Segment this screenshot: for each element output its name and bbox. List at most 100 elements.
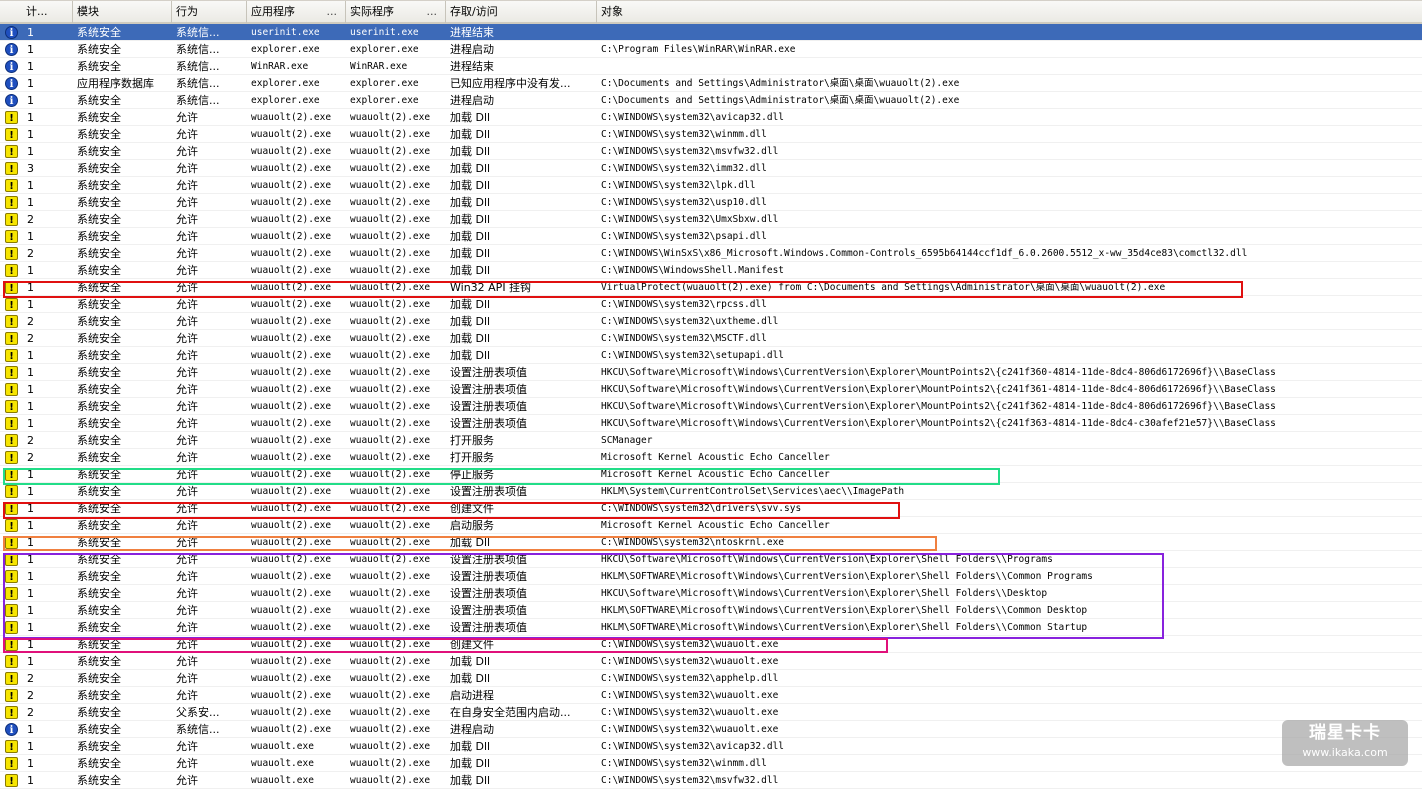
- cell-access: 加载 Dll: [450, 264, 491, 277]
- watermark-logo: 瑞星卡卡 www.ikaka.com: [1282, 720, 1408, 766]
- table-row[interactable]: ! 1 系统安全 允许 wuauolt(2).exe wuauolt(2).exe 加载 D…: [0, 262, 1422, 279]
- table-row[interactable]: ! 2 系统安全 父系安... wuauolt(2).exe wuauolt(2).exe…: [0, 704, 1422, 721]
- cell-object: C:\WINDOWS\system32\drivers\svv.sys: [601, 503, 802, 514]
- table-row[interactable]: ! 2 系统安全 允许 wuauolt(2).exe wuauolt(2).exe 加载 D…: [0, 313, 1422, 330]
- table-row[interactable]: ! 1 系统安全 允许 wuauolt(2).exe wuauolt(2).exe 创建文件…: [0, 636, 1422, 653]
- table-row[interactable]: i 1 系统安全 系统信... wuauolt(2).exe wuauolt(2).exe…: [0, 721, 1422, 738]
- table-row[interactable]: ! 1 系统安全 允许 wuauolt(2).exe wuauolt(2).exe 创建文件…: [0, 500, 1422, 517]
- table-row[interactable]: ! 1 系统安全 允许 wuauolt.exe wuauolt(2).exe 加载 Dll C…: [0, 772, 1422, 789]
- col-header-actual-program[interactable]: 实际程序...: [346, 1, 446, 23]
- warning-icon: !: [5, 774, 18, 787]
- table-row[interactable]: ! 1 系统安全 允许 wuauolt(2).exe wuauolt(2).exe 加载 D…: [0, 347, 1422, 364]
- cell-application: WinRAR.exe: [251, 61, 309, 72]
- cell-actual-program: wuauolt(2).exe: [350, 350, 431, 361]
- cell-action: 系统信...: [176, 77, 220, 90]
- cell-count: 1: [27, 26, 34, 39]
- col-header-count[interactable]: 计...: [22, 1, 73, 23]
- col-header-object[interactable]: 对象: [597, 1, 1422, 23]
- cell-action: 允许: [176, 298, 198, 311]
- cell-actual-program: wuauolt(2).exe: [350, 758, 431, 769]
- cell-module: 系统安全: [77, 60, 121, 73]
- cell-count: 2: [27, 451, 34, 464]
- cell-application: wuauolt(2).exe: [251, 180, 332, 191]
- col-header-access[interactable]: 存取/访问: [446, 1, 597, 23]
- table-row[interactable]: ! 1 系统安全 允许 wuauolt(2).exe wuauolt(2).exe 加载 D…: [0, 143, 1422, 160]
- cell-application: wuauolt(2).exe: [251, 588, 332, 599]
- table-row[interactable]: i 1 系统安全 系统信... explorer.exe explorer.exe 进程启动…: [0, 41, 1422, 58]
- table-row[interactable]: ! 1 系统安全 允许 wuauolt(2).exe wuauolt(2).exe 设置注册…: [0, 398, 1422, 415]
- cell-action: 允许: [176, 774, 198, 787]
- table-row[interactable]: ! 2 系统安全 允许 wuauolt(2).exe wuauolt(2).exe 启动进程…: [0, 687, 1422, 704]
- cell-application: wuauolt(2).exe: [251, 486, 332, 497]
- table-row[interactable]: ! 2 系统安全 允许 wuauolt(2).exe wuauolt(2).exe 打开服务…: [0, 449, 1422, 466]
- col-header-application[interactable]: 应用程序...: [247, 1, 346, 23]
- cell-module: 系统安全: [77, 366, 121, 379]
- cell-object: HKCU\Software\Microsoft\Windows\CurrentV…: [601, 554, 1053, 565]
- table-row[interactable]: ! 1 系统安全 允许 wuauolt(2).exe wuauolt(2).exe 启动服务…: [0, 517, 1422, 534]
- cell-actual-program: userinit.exe: [350, 27, 419, 38]
- table-row[interactable]: ! 1 系统安全 允许 wuauolt(2).exe wuauolt(2).exe 加载 D…: [0, 177, 1422, 194]
- col-header-action[interactable]: 行为: [172, 1, 247, 23]
- cell-actual-program: wuauolt(2).exe: [350, 724, 431, 735]
- warning-icon: !: [5, 587, 18, 600]
- cell-application: wuauolt(2).exe: [251, 724, 332, 735]
- warning-icon: !: [5, 519, 18, 532]
- cell-access: 加载 Dll: [450, 536, 491, 549]
- table-row[interactable]: i 1 系统安全 系统信... WinRAR.exe WinRAR.exe 进程结束: [0, 58, 1422, 75]
- table-row[interactable]: ! 1 系统安全 允许 wuauolt.exe wuauolt(2).exe 加载 Dll C…: [0, 755, 1422, 772]
- cell-access: 设置注册表项值: [450, 570, 527, 583]
- cell-access: 设置注册表项值: [450, 366, 527, 379]
- cell-module: 系统安全: [77, 434, 121, 447]
- cell-action: 系统信...: [176, 43, 220, 56]
- cell-module: 系统安全: [77, 196, 121, 209]
- cell-object: [598, 58, 1422, 75]
- table-row[interactable]: i 1 系统安全 系统信... explorer.exe explorer.exe 进程启动…: [0, 92, 1422, 109]
- cell-object: C:\WINDOWS\system32\rpcss.dll: [601, 299, 767, 310]
- table-row[interactable]: ! 1 系统安全 允许 wuauolt(2).exe wuauolt(2).exe 加载 D…: [0, 653, 1422, 670]
- cell-action: 系统信...: [176, 723, 220, 736]
- cell-application: wuauolt(2).exe: [251, 333, 332, 344]
- table-row[interactable]: i 1 应用程序数据库 系统信... explorer.exe explorer.exe 已…: [0, 75, 1422, 92]
- cell-application: wuauolt(2).exe: [251, 503, 332, 514]
- table-row[interactable]: ! 1 系统安全 允许 wuauolt(2).exe wuauolt(2).exe 设置注册…: [0, 568, 1422, 585]
- table-row[interactable]: ! 1 系统安全 允许 wuauolt(2).exe wuauolt(2).exe 设置注册…: [0, 415, 1422, 432]
- table-row[interactable]: ! 1 系统安全 允许 wuauolt(2).exe wuauolt(2).exe 加载 D…: [0, 194, 1422, 211]
- table-row[interactable]: ! 1 系统安全 允许 wuauolt(2).exe wuauolt(2).exe 加载 D…: [0, 109, 1422, 126]
- cell-actual-program: wuauolt(2).exe: [350, 656, 431, 667]
- warning-icon: !: [5, 689, 18, 702]
- table-row[interactable]: ! 1 系统安全 允许 wuauolt(2).exe wuauolt(2).exe 加载 D…: [0, 534, 1422, 551]
- table-row[interactable]: ! 2 系统安全 允许 wuauolt(2).exe wuauolt(2).exe 加载 D…: [0, 245, 1422, 262]
- table-row[interactable]: ! 1 系统安全 允许 wuauolt(2).exe wuauolt(2).exe 设置注册…: [0, 483, 1422, 500]
- table-row[interactable]: ! 1 系统安全 允许 wuauolt(2).exe wuauolt(2).exe 加载 D…: [0, 126, 1422, 143]
- table-row[interactable]: ! 1 系统安全 允许 wuauolt(2).exe wuauolt(2).exe 设置注册…: [0, 551, 1422, 568]
- table-row[interactable]: ! 1 系统安全 允许 wuauolt(2).exe wuauolt(2).exe 设置注册…: [0, 585, 1422, 602]
- warning-icon: !: [5, 230, 18, 243]
- table-row[interactable]: ! 1 系统安全 允许 wuauolt.exe wuauolt(2).exe 加载 Dll C…: [0, 738, 1422, 755]
- cell-count: 1: [27, 502, 34, 515]
- table-row[interactable]: ! 2 系统安全 允许 wuauolt(2).exe wuauolt(2).exe 加载 D…: [0, 330, 1422, 347]
- table-row[interactable]: ! 1 系统安全 允许 wuauolt(2).exe wuauolt(2).exe Win3…: [0, 279, 1422, 296]
- cell-object: C:\WINDOWS\system32\avicap32.dll: [601, 112, 785, 123]
- cell-count: 1: [27, 128, 34, 141]
- cell-count: 3: [27, 162, 34, 175]
- table-row[interactable]: ! 3 系统安全 允许 wuauolt(2).exe wuauolt(2).exe 加载 D…: [0, 160, 1422, 177]
- table-row[interactable]: ! 2 系统安全 允许 wuauolt(2).exe wuauolt(2).exe 加载 D…: [0, 670, 1422, 687]
- cell-module: 系统安全: [77, 774, 121, 787]
- table-row[interactable]: ! 1 系统安全 允许 wuauolt(2).exe wuauolt(2).exe 设置注册…: [0, 364, 1422, 381]
- cell-action: 允许: [176, 366, 198, 379]
- cell-actual-program: wuauolt(2).exe: [350, 469, 431, 480]
- table-row[interactable]: i 1 系统安全 系统信... userinit.exe userinit.exe 进程结束: [0, 24, 1422, 41]
- cell-object: C:\WINDOWS\system32\psapi.dll: [601, 231, 767, 242]
- table-row[interactable]: ! 1 系统安全 允许 wuauolt(2).exe wuauolt(2).exe 停止服务…: [0, 466, 1422, 483]
- cell-actual-program: wuauolt(2).exe: [350, 622, 431, 633]
- col-header-module[interactable]: 模块: [73, 1, 172, 23]
- cell-actual-program: wuauolt(2).exe: [350, 690, 431, 701]
- cell-object: VirtualProtect(wuauolt(2).exe) from C:\D…: [601, 282, 1166, 293]
- table-row[interactable]: ! 1 系统安全 允许 wuauolt(2).exe wuauolt(2).exe 加载 D…: [0, 296, 1422, 313]
- table-row[interactable]: ! 2 系统安全 允许 wuauolt(2).exe wuauolt(2).exe 加载 D…: [0, 211, 1422, 228]
- table-row[interactable]: ! 1 系统安全 允许 wuauolt(2).exe wuauolt(2).exe 设置注册…: [0, 381, 1422, 398]
- table-row[interactable]: ! 2 系统安全 允许 wuauolt(2).exe wuauolt(2).exe 打开服务…: [0, 432, 1422, 449]
- table-row[interactable]: ! 1 系统安全 允许 wuauolt(2).exe wuauolt(2).exe 设置注册…: [0, 602, 1422, 619]
- table-row[interactable]: ! 1 系统安全 允许 wuauolt(2).exe wuauolt(2).exe 加载 D…: [0, 228, 1422, 245]
- table-row[interactable]: ! 1 系统安全 允许 wuauolt(2).exe wuauolt(2).exe 设置注册…: [0, 619, 1422, 636]
